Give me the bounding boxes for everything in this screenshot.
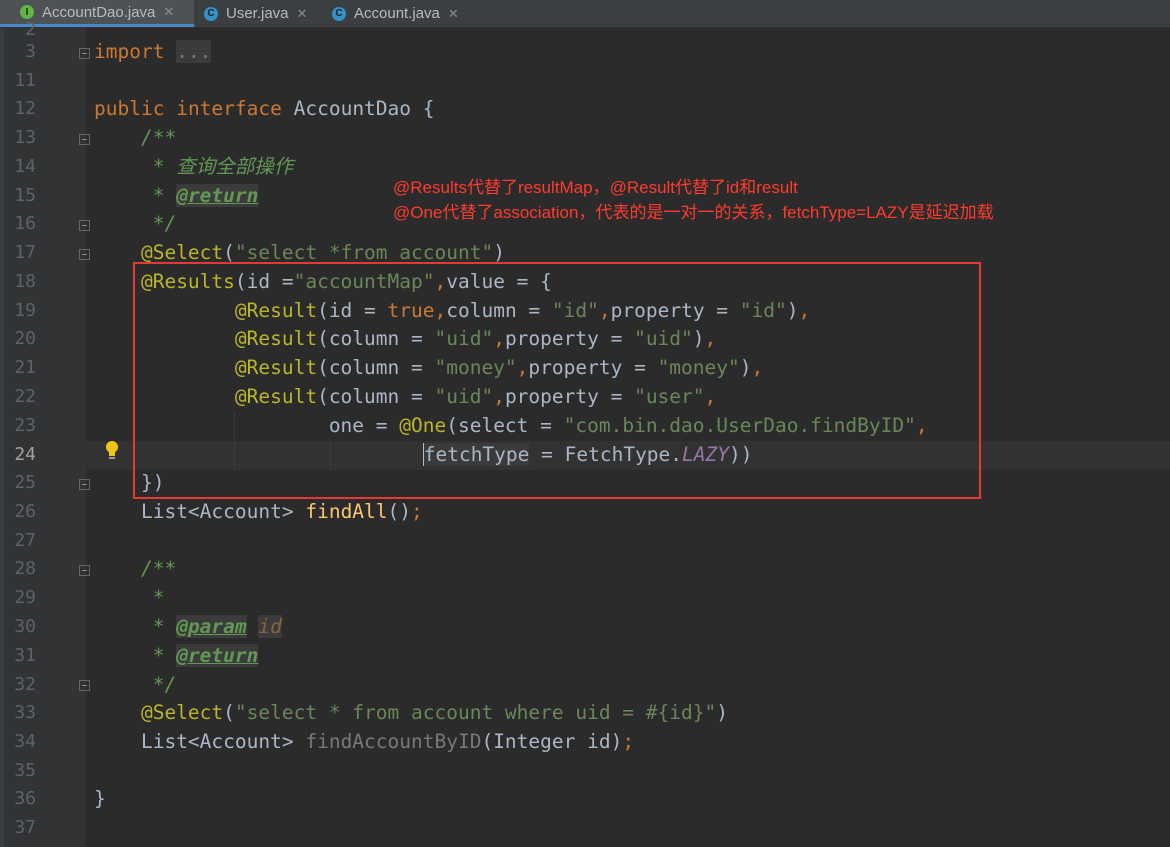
code-line: 36} [14,787,106,810]
code-line: 13 /** [14,126,177,149]
code-line: 35 [14,760,36,781]
code-line: 28 /** [14,557,177,580]
code-line: 34 List<Account> findAccountByID(Integer… [14,730,635,753]
lightbulb-icon[interactable] [104,440,120,462]
code-line: 32 */ [14,673,177,696]
annotation-text-2: @One代替了association，代表的是一对一的关系，fetchType=… [393,203,994,222]
code-line: 11 [14,70,36,91]
code-line: 27 [14,530,36,551]
code-line: 26 List<Account> findAll(); [14,500,423,523]
code-line: 37 [14,817,36,838]
code-line: 3 import ... [25,40,212,63]
code-line: 29 * [14,586,165,609]
highlight-box [133,262,981,499]
code-line: 12 public interface AccountDao { [14,97,435,120]
annotation-text-1: @Results代替了resultMap，@Result代替了id和result [393,178,798,197]
code-line: 33 @Select("select * from account where … [14,701,728,724]
code-line: 30 * @param id [14,615,282,638]
code-line: 31 * @return [14,644,259,667]
